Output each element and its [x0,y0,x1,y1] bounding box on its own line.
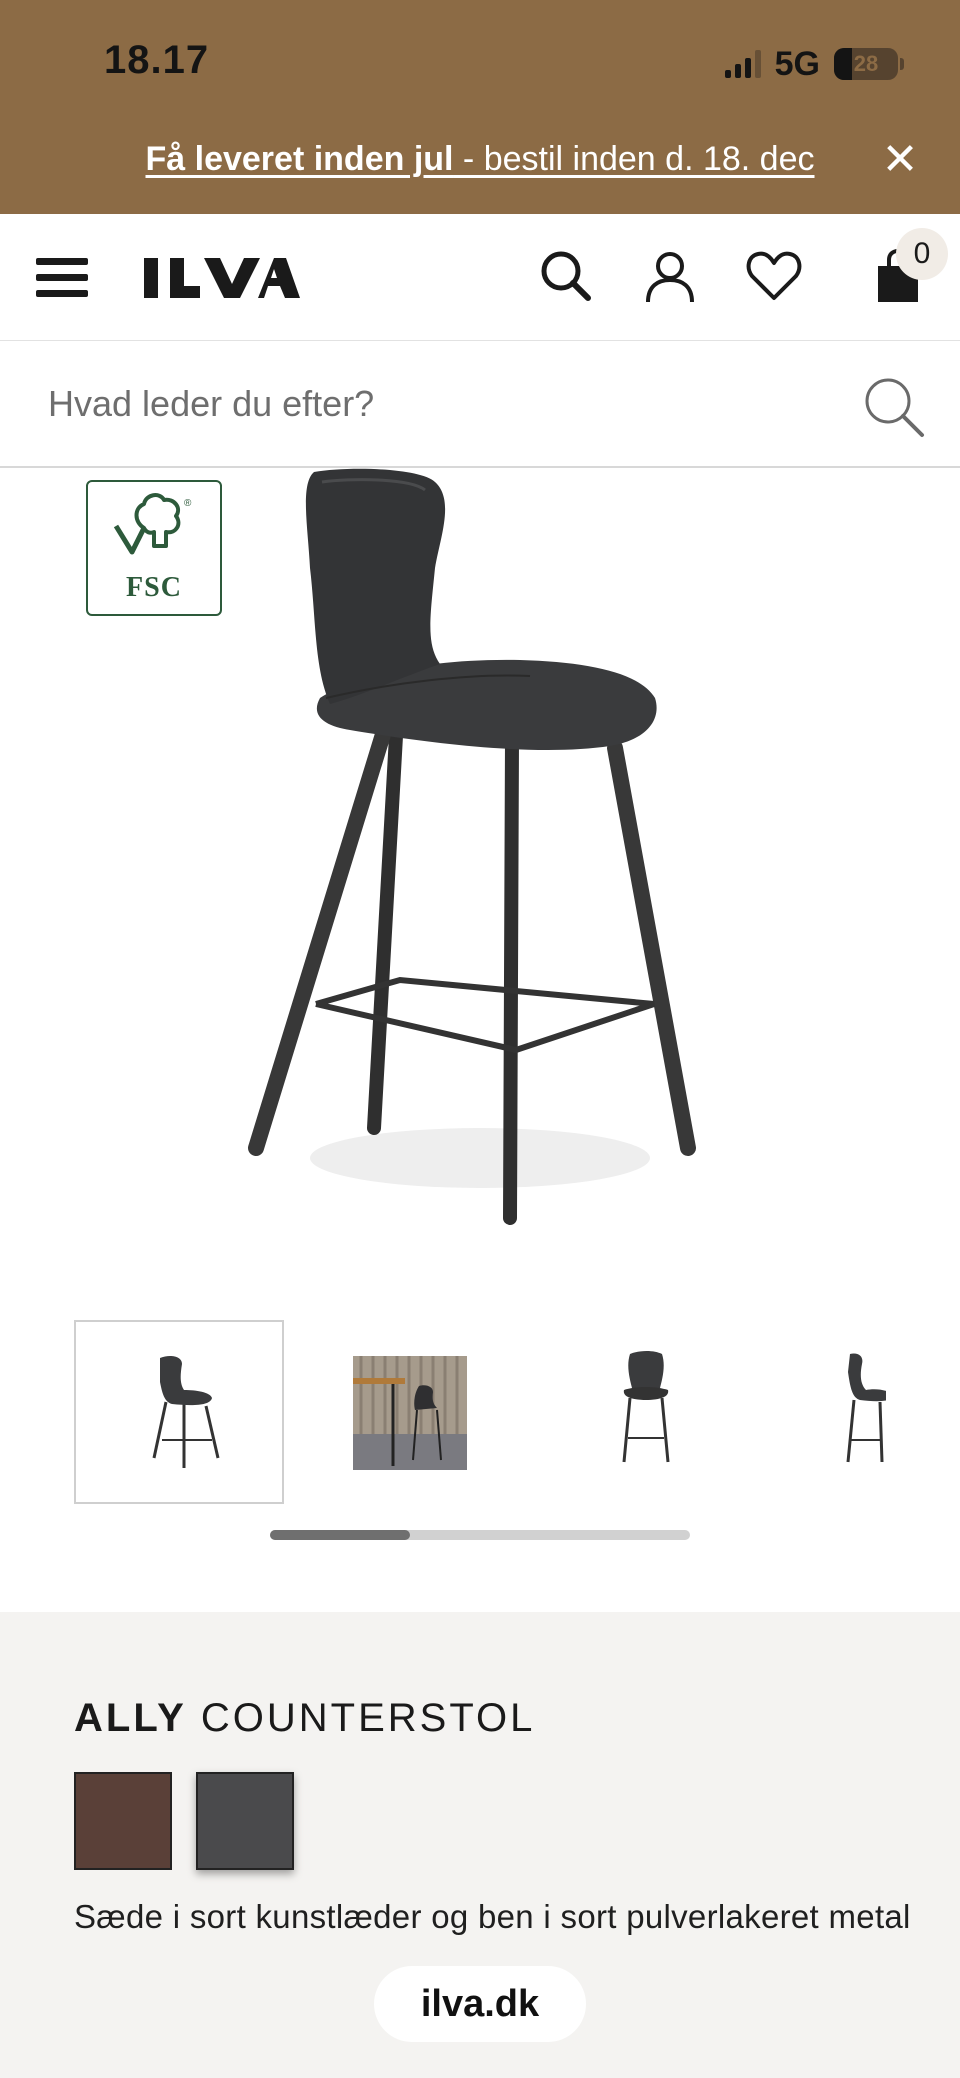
fsc-tree-icon: ® [113,493,192,555]
site-header [0,214,960,340]
product-title: ALLY COUNTERSTOL [74,1696,535,1741]
account-icon[interactable] [640,246,700,306]
promo-link[interactable]: Få leveret inden jul - bestil inden d. 1… [146,140,815,178]
heart-icon[interactable] [744,246,804,306]
browser-url-pill[interactable]: ilva.dk [374,1966,586,2042]
menu-icon[interactable] [36,258,88,298]
signal-icon [724,50,761,78]
close-icon[interactable]: ✕ [880,138,920,182]
color-swatch-brown[interactable] [74,1772,172,1870]
search-input[interactable] [48,371,828,437]
top-band [0,0,960,214]
search-submit-icon[interactable] [860,373,926,439]
carousel-scrollbar-thumb[interactable] [270,1530,410,1540]
thumbnail-4[interactable] [772,1320,886,1504]
svg-text:®: ® [184,498,192,509]
product-name-bold: ALLY [74,1696,187,1740]
promo-bold-text: Få leveret inden jul [145,140,454,178]
product-description: Sæde i sort kunstlæder og ben i sort pul… [74,1898,911,1935]
promo-rest-text: - bestil inden d. 18. dec [453,140,815,178]
color-swatch-black[interactable] [196,1772,294,1870]
status-indicators: 5G 28 [724,44,904,84]
search-bar [0,340,960,468]
thumbnail-chair-side-image [846,1353,886,1463]
status-time: 18.17 [104,38,210,82]
battery-icon: 28 [834,48,904,80]
search-icon[interactable] [536,246,596,306]
ilva-logo[interactable] [140,248,300,308]
network-label: 5G [774,44,820,83]
fsc-badge: ® FSC [86,480,222,616]
product-main-image[interactable] [230,468,730,1248]
fsc-label: FSC [126,572,182,603]
product-name-rest: COUNTERSTOL [200,1696,536,1740]
cart-count-badge[interactable]: 0 [896,228,948,280]
battery-percent: 28 [853,51,879,76]
thumbnail-strip-clip [0,1320,886,1504]
promo-banner[interactable]: Få leveret inden jul - bestil inden d. 1… [0,140,960,179]
